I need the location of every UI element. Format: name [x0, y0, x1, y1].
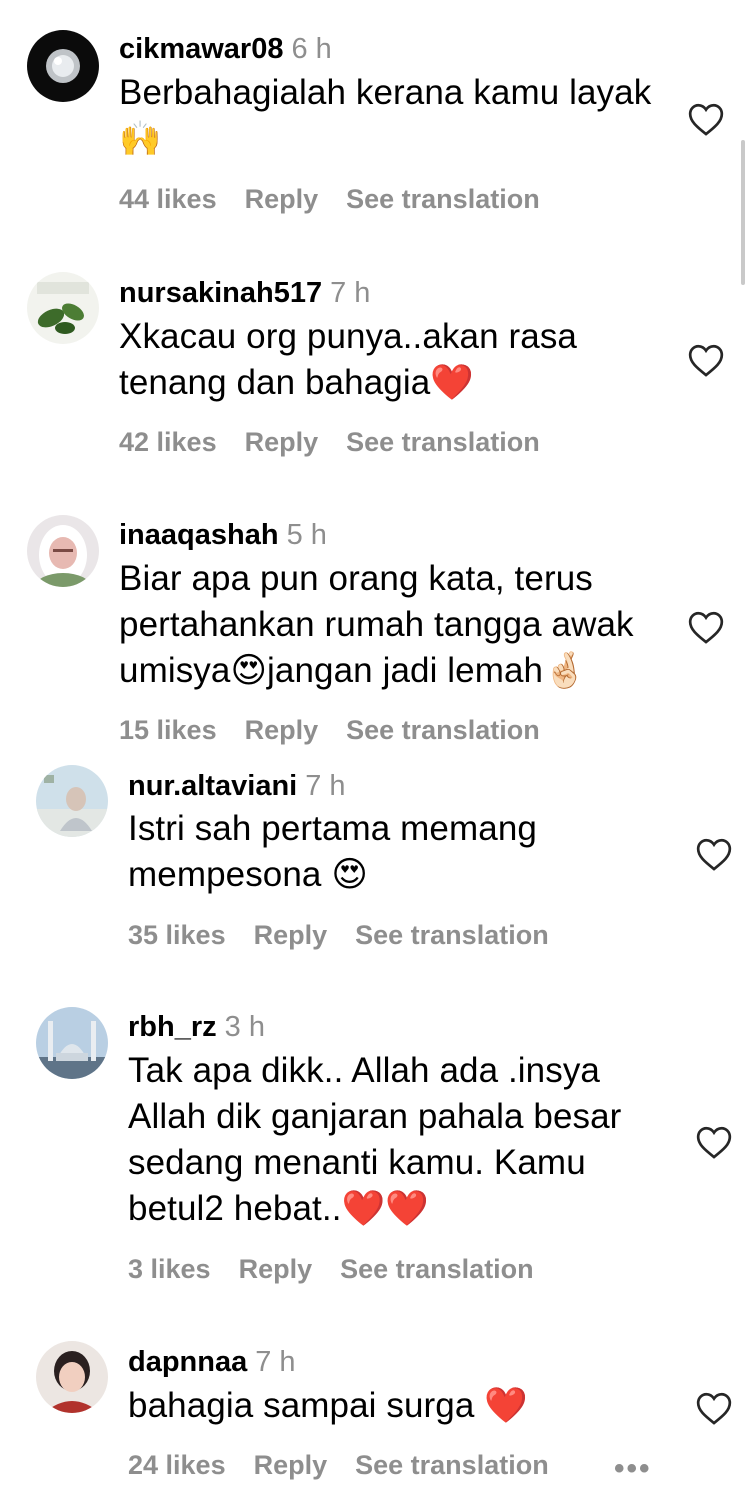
username[interactable]: inaaqashah — [119, 519, 279, 551]
see-translation-button[interactable]: See translation — [355, 920, 549, 950]
timestamp: 7 h — [305, 770, 346, 802]
more-options-icon[interactable]: ••• — [614, 1452, 652, 1486]
reply-button[interactable]: Reply — [245, 427, 319, 457]
timestamp: 6 h — [291, 33, 332, 65]
likes-count[interactable]: 35 likes — [128, 920, 226, 950]
heart-outline-icon[interactable] — [687, 101, 725, 137]
reply-button[interactable]: Reply — [245, 715, 319, 745]
timestamp: 3 h — [224, 1011, 265, 1043]
avatar[interactable] — [27, 515, 99, 587]
avatar[interactable] — [27, 30, 99, 102]
likes-count[interactable]: 42 likes — [119, 427, 217, 457]
timestamp: 5 h — [286, 519, 327, 551]
reply-button[interactable]: Reply — [254, 1450, 328, 1480]
scrollbar[interactable] — [741, 140, 745, 285]
username[interactable]: nursakinah517 — [119, 277, 322, 309]
reply-button[interactable]: Reply — [254, 920, 328, 950]
likes-count[interactable]: 15 likes — [119, 715, 217, 745]
timestamp: 7 h — [255, 1346, 296, 1378]
comment-text: Istri sah pertama memang mempesona 😍 — [128, 809, 537, 894]
heart-outline-icon[interactable] — [695, 836, 733, 872]
comment-text: Biar apa pun orang kata, terus pertahank… — [119, 559, 634, 690]
heart-outline-icon[interactable] — [695, 1390, 733, 1426]
reply-button[interactable]: Reply — [239, 1254, 313, 1284]
comment-text: Tak apa dikk.. Allah ada .insya Allah di… — [128, 1051, 622, 1228]
see-translation-button[interactable]: See translation — [346, 427, 540, 457]
timestamp: 7 h — [330, 277, 371, 309]
username[interactable]: dapnnaa — [128, 1346, 247, 1378]
reply-button[interactable]: Reply — [245, 184, 319, 214]
username[interactable]: nur.altaviani — [128, 770, 297, 802]
heart-outline-icon[interactable] — [687, 342, 725, 378]
username[interactable]: cikmawar08 — [119, 33, 283, 65]
see-translation-button[interactable]: See translation — [355, 1450, 549, 1480]
comment-text: Berbahagialah kerana kamu layak 🙌 — [119, 73, 652, 159]
likes-count[interactable]: 44 likes — [119, 184, 217, 214]
see-translation-button[interactable]: See translation — [346, 184, 540, 214]
likes-count[interactable]: 24 likes — [128, 1450, 226, 1480]
heart-outline-icon[interactable] — [687, 609, 725, 645]
username[interactable]: rbh_rz — [128, 1011, 217, 1043]
avatar[interactable] — [36, 1341, 108, 1413]
avatar[interactable] — [36, 765, 108, 837]
comment-text: Xkacau org punya..akan rasa tenang dan b… — [119, 317, 577, 402]
see-translation-button[interactable]: See translation — [340, 1254, 534, 1284]
avatar[interactable] — [36, 1007, 108, 1079]
comment-text: bahagia sampai surga ❤️ — [128, 1386, 528, 1425]
avatar[interactable] — [27, 272, 99, 344]
see-translation-button[interactable]: See translation — [346, 715, 540, 745]
heart-outline-icon[interactable] — [695, 1124, 733, 1160]
likes-count[interactable]: 3 likes — [128, 1254, 211, 1284]
